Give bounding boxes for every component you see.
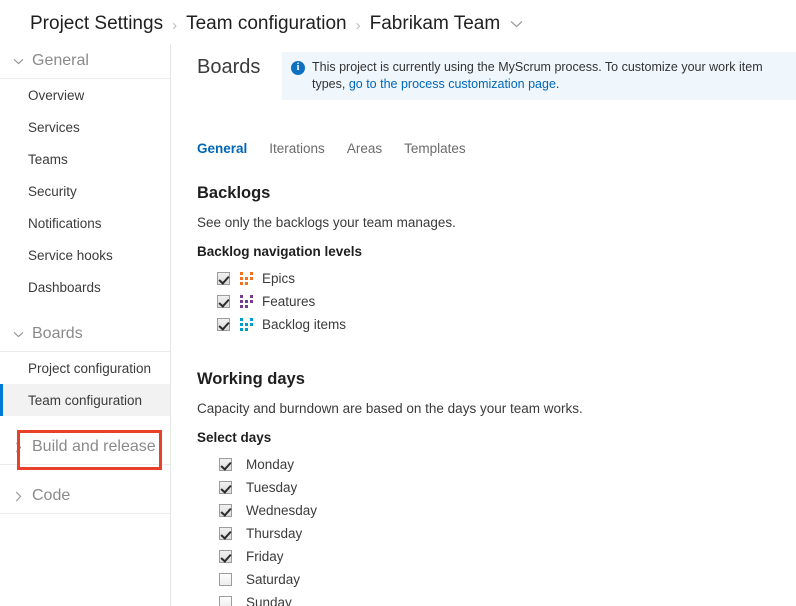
backlog-level-icon <box>240 295 253 308</box>
breadcrumb-separator: › <box>355 16 361 34</box>
process-info-banner: i This project is currently using the My… <box>282 52 796 100</box>
working-day-row-monday[interactable]: Monday <box>197 453 786 476</box>
sidebar-item-service-hooks[interactable]: Service hooks <box>0 239 170 271</box>
backlog-level-icon <box>240 272 253 285</box>
breadcrumb-separator: › <box>172 16 178 34</box>
sidebar-item-team-configuration[interactable]: Team configuration <box>0 384 170 416</box>
backlogs-title: Backlogs <box>197 184 271 202</box>
working-day-row-sunday[interactable]: Sunday <box>197 591 786 606</box>
working-day-label: Monday <box>246 457 295 472</box>
backlogs-description: See only the backlogs your team manages. <box>197 215 456 230</box>
tab-templates[interactable]: Templates <box>404 141 466 158</box>
backlog-level-row-features[interactable]: Features <box>197 290 786 313</box>
working-day-row-saturday[interactable]: Saturday <box>197 568 786 591</box>
sidebar-item-overview[interactable]: Overview <box>0 79 170 111</box>
working-day-row-tuesday[interactable]: Tuesday <box>197 476 786 499</box>
main-content: Boards i This project is currently using… <box>172 44 796 606</box>
backlog-level-checkbox-features[interactable] <box>217 295 230 308</box>
sidebar-item-label: Security <box>28 183 77 199</box>
working-day-checkbox-wednesday[interactable] <box>219 504 232 517</box>
chevron-down-icon[interactable] <box>510 20 523 28</box>
sidebar-item-project-configuration[interactable]: Project configuration <box>0 352 170 384</box>
sidebar-item-dashboards[interactable]: Dashboards <box>0 271 170 303</box>
backlog-level-label: Backlog items <box>262 317 347 332</box>
sidebar-item-label: Project configuration <box>28 360 152 376</box>
working-day-checkbox-saturday[interactable] <box>219 573 232 586</box>
chevron-right-icon <box>10 491 26 502</box>
tab-general[interactable]: General <box>197 141 247 158</box>
breadcrumb: Project Settings › Team configuration › … <box>30 8 523 40</box>
sidebar-group-label: Boards <box>32 325 83 342</box>
working-day-checkbox-friday[interactable] <box>219 550 232 563</box>
sidebar-item-label: Notifications <box>28 215 102 231</box>
sidebar-item-label: Dashboards <box>28 279 101 295</box>
banner-text: This project is currently using the MySc… <box>312 59 786 93</box>
breadcrumb-item-project-settings[interactable]: Project Settings <box>30 13 163 35</box>
working-day-row-friday[interactable]: Friday <box>197 545 786 568</box>
sidebar-group-general[interactable]: General <box>0 44 170 79</box>
sidebar-item-label: Team configuration <box>28 392 143 408</box>
working-day-checkbox-thursday[interactable] <box>219 527 232 540</box>
tab-areas[interactable]: Areas <box>347 141 382 158</box>
working-day-label: Thursday <box>246 526 303 541</box>
backlog-level-label: Features <box>262 294 316 309</box>
select-days-label: Select days <box>197 430 272 445</box>
working-day-label: Friday <box>246 549 284 564</box>
sidebar-group-code[interactable]: Code <box>0 479 170 514</box>
working-day-row-thursday[interactable]: Thursday <box>197 522 786 545</box>
settings-tabs: General Iterations Areas Templates <box>197 141 466 158</box>
settings-page: Project Settings › Team configuration › … <box>0 0 796 606</box>
sidebar-item-notifications[interactable]: Notifications <box>0 207 170 239</box>
settings-content: Backlogs See only the backlogs your team… <box>197 184 786 606</box>
page-title: Boards <box>197 56 261 78</box>
sidebar-group-label: General <box>32 52 89 69</box>
chevron-down-icon <box>10 331 26 338</box>
working-day-checkbox-monday[interactable] <box>219 458 232 471</box>
working-days-description: Capacity and burndown are based on the d… <box>197 401 583 416</box>
backlog-level-icon <box>240 318 253 331</box>
working-days-section: Working days Capacity and burndown are b… <box>197 370 786 606</box>
backlog-level-checkbox-epics[interactable] <box>217 272 230 285</box>
sidebar-item-label: Services <box>28 119 80 135</box>
working-day-label: Tuesday <box>246 480 298 495</box>
sidebar-item-label: Service hooks <box>28 247 113 263</box>
info-icon: i <box>291 61 305 75</box>
sidebar-group-label: Code <box>32 487 71 504</box>
sidebar-item-teams[interactable]: Teams <box>0 143 170 175</box>
working-day-label: Wednesday <box>246 503 318 518</box>
sidebar-group-build-and-release[interactable]: Build and release <box>0 430 170 465</box>
tab-iterations[interactable]: Iterations <box>269 141 325 158</box>
chevron-down-icon <box>10 58 26 65</box>
sidebar-item-services[interactable]: Services <box>0 111 170 143</box>
chevron-right-icon <box>10 442 26 453</box>
sidebar-group-label: Build and release <box>32 438 156 455</box>
working-day-label: Sunday <box>246 595 292 606</box>
backlogs-section: Backlogs See only the backlogs your team… <box>197 184 786 336</box>
backlog-level-checkbox-backlog-items[interactable] <box>217 318 230 331</box>
sidebar-item-label: Overview <box>28 87 85 103</box>
working-day-checkbox-sunday[interactable] <box>219 596 232 606</box>
backlog-level-row-epics[interactable]: Epics <box>197 267 786 290</box>
breadcrumb-item-fabrikam-team[interactable]: Fabrikam Team <box>370 13 501 35</box>
backlog-level-row-backlog-items[interactable]: Backlog items <box>197 313 786 336</box>
banner-text-after-link: . <box>555 77 560 91</box>
settings-sidebar: General Overview Services Teams Security… <box>0 44 171 606</box>
working-days-title: Working days <box>197 370 305 388</box>
process-customization-link[interactable]: go to the process customization page <box>349 77 556 91</box>
sidebar-item-label: Teams <box>28 151 68 167</box>
working-day-row-wednesday[interactable]: Wednesday <box>197 499 786 522</box>
working-day-label: Saturday <box>246 572 301 587</box>
backlog-navigation-levels-label: Backlog navigation levels <box>197 244 363 259</box>
working-day-checkbox-tuesday[interactable] <box>219 481 232 494</box>
sidebar-item-security[interactable]: Security <box>0 175 170 207</box>
breadcrumb-item-team-configuration[interactable]: Team configuration <box>186 13 347 35</box>
sidebar-group-boards[interactable]: Boards <box>0 317 170 352</box>
backlog-level-label: Epics <box>262 271 296 286</box>
